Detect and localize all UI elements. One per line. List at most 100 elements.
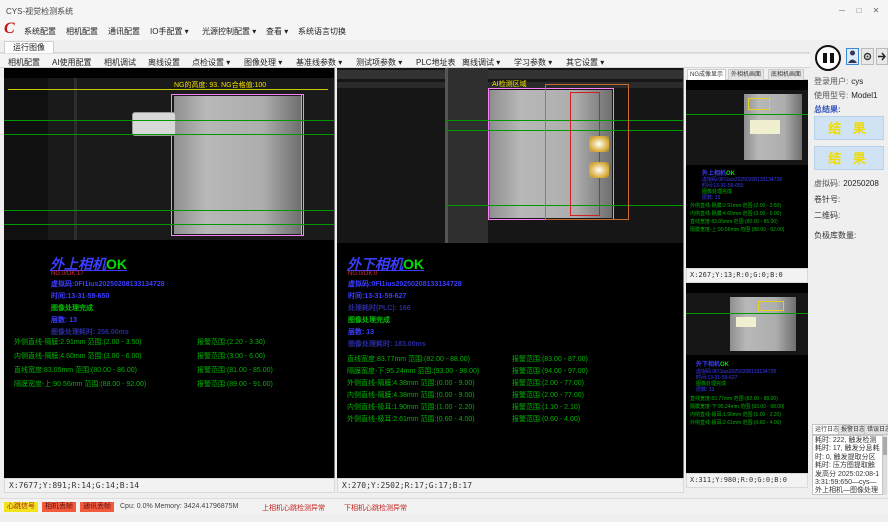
measurement-row: 直线宽度:83.77mm 范围:(82.00 - 88.00) 报警范围:(83… <box>347 354 681 366</box>
alarm-range-text: 报警范围:(1.10 - 2.10) <box>512 402 580 412</box>
process-done-text: 图像处理完成 <box>51 303 93 313</box>
machine-column <box>448 68 488 243</box>
calib-line-horizontal <box>8 89 328 90</box>
model-label: 使用型号: <box>814 91 848 100</box>
tool-learn-params[interactable]: 学习参数 ▾ <box>514 57 552 68</box>
model-row: 使用型号:Model1 <box>814 90 886 101</box>
menu-io-config[interactable]: IO手配置 ▾ <box>150 26 189 37</box>
comm-dropframe-badge: 通讯丢帧 <box>80 502 114 512</box>
measurement-row: 内侧直线-隔膜:4.38mm 范围:(0.00 - 9.00) 报警范围:(2.… <box>347 390 681 402</box>
roi-box-yellow <box>758 301 784 311</box>
measure-line <box>686 313 808 314</box>
window-title: CYS-视觉检测系统 <box>6 6 73 17</box>
menu-comm-config[interactable]: 通讯配置 <box>108 26 140 37</box>
camera-settings-button[interactable] <box>861 48 874 65</box>
tool-baseline-params[interactable]: 基准线参数 ▾ <box>296 57 342 68</box>
tool-other-setting[interactable]: 其它设置 ▾ <box>566 57 604 68</box>
mini-measurement: 隔膜宽度-下:95.24mm 范围:(93.00 - 98.00) <box>690 403 784 410</box>
tool-spotcheck-setting[interactable]: 点检设置 ▾ <box>192 57 230 68</box>
tab-ng-display[interactable]: NG成像显示 <box>687 69 726 80</box>
mini-measurement: 外侧直线-隔膜:2.91mm 范围:(2.00 - 3.50) <box>690 202 781 209</box>
thumbnail-view-1[interactable]: 外上相机OK 虚拟码:0FI1ius20250208133134728 时间:1… <box>686 80 808 268</box>
alarm-range-text: 报警范围:(0.60 - 4.00) <box>512 414 580 424</box>
tab-outer-camera[interactable]: 外相机画面 <box>728 69 764 80</box>
barcode-text: 虚拟码:0FI1ius20250208133134728 <box>51 279 165 289</box>
minimize-button[interactable]: ─ <box>834 4 850 17</box>
ng-stat-text: NG:0/OK:0 <box>348 271 377 277</box>
camera-view-upper[interactable]: NG的高度: 93. NG合格值:100 外上相机OK NG:0/OK:17 虚… <box>4 68 335 478</box>
cpu-memory-text: Cpu: 0.0% Memory: 3424.41796875M <box>120 503 238 510</box>
pause-button[interactable] <box>815 45 841 71</box>
upper-camera-warning: 上相机心跳检测异常 <box>262 503 325 513</box>
tool-ai-config[interactable]: AI使用配置 <box>52 57 92 68</box>
login-user-value: cys <box>851 77 863 86</box>
tool-camera-config[interactable]: 相机配置 <box>8 57 40 68</box>
machine-bar-top <box>337 70 684 79</box>
menu-view[interactable]: 查看 ▾ <box>266 26 288 37</box>
layer-count-text: 层数: 13 <box>51 315 77 325</box>
alarm-range-text: 报警范围:(83.00 - 87.00) <box>512 354 588 364</box>
mini-layers: 层数: 13 <box>696 386 714 393</box>
alarm-range-text: 报警范围:(94.00 - 97.00) <box>512 366 588 376</box>
alarm-range-text: 报警范围:(2.20 - 3.30) <box>197 337 265 347</box>
gear-icon <box>862 49 873 64</box>
measure-line <box>686 114 808 115</box>
menu-light-config[interactable]: 光源控制配置 ▾ <box>202 26 256 37</box>
result-ok-text: OK <box>403 256 424 272</box>
alarm-range-text: 报警范围:(89.00 - 91.00) <box>197 379 273 389</box>
glare-spot <box>736 317 756 327</box>
mini-measurement: 隔膜宽度-上:90.56mm 范围:(88.00 - 92.00) <box>690 226 784 233</box>
measurement-text: 外侧直线-隔膜:2.91mm 范围:(2.00 - 3.50) <box>14 337 142 347</box>
time-text: 时间:13-31-59-627 <box>348 291 406 301</box>
process-done-text: 图像处理完成 <box>348 315 390 325</box>
measure-line-vertical <box>489 90 490 218</box>
menu-bar: C 系统配置 相机配置 通讯配置 IO手配置 ▾ 光源控制配置 ▾ 查看 ▾ 系… <box>0 20 888 40</box>
tab-bottom-camera[interactable]: 底相机画面 <box>768 69 804 80</box>
barcode-text: 虚拟码:0FI1ius20250208133134728 <box>348 279 462 289</box>
tool-plc-address[interactable]: PLC地址表 <box>416 57 456 68</box>
close-button[interactable]: ✕ <box>868 4 884 17</box>
tool-offline-debug[interactable]: 离线调试 ▾ <box>462 57 500 68</box>
maximize-button[interactable]: □ <box>851 4 867 17</box>
menu-system-config[interactable]: 系统配置 <box>24 26 56 37</box>
mini-measurement: 内侧直线-隔膜:4.60mm 范围:(3.00 - 6.00) <box>690 210 781 217</box>
camera-title-text: 外上相机 <box>50 256 106 272</box>
pixel-coord-bar-left: X:7677;Y:891;R:14;G:14;B:14 <box>4 478 335 493</box>
menu-camera-config[interactable]: 相机配置 <box>66 26 98 37</box>
tool-offline-setting[interactable]: 离线设置 <box>148 57 180 68</box>
log-scrollbar-thumb[interactable] <box>883 437 887 455</box>
log-text-area[interactable]: 耗时: 222, 触发检测耗时: 17, 触发分息耗时: 0, 触发提取分区耗时… <box>812 435 883 495</box>
menu-language-switch[interactable]: 系统语言切换 <box>298 26 346 37</box>
thumbnail-view-2[interactable]: 外下相机OK 虚拟码:0FI1ius20250208133134728 时间:1… <box>686 283 808 473</box>
measurement-row: 内侧直线-极耳:1.90mm 范围:(1.00 - 2.20) 报警范围:(1.… <box>347 402 681 414</box>
mini-measurement: 直线宽度:83.77mm 范围:(82.00 - 88.00) <box>690 395 778 402</box>
measurement-text: 直线宽度:83.77mm 范围:(82.00 - 88.00) <box>347 354 470 364</box>
tab-row: 运行图像 <box>0 40 888 53</box>
tool-image-process[interactable]: 图像处理 ▾ <box>244 57 282 68</box>
measurement-row: 外侧直线-隔膜:4.38mm 范围:(0.00 - 9.00) 报警范围:(2.… <box>347 378 681 390</box>
model-value: Model1 <box>851 91 877 100</box>
measurement-text: 内侧直线-隔膜:4.60mm 范围:(3.00 - 6.00) <box>14 351 142 361</box>
negative-stock-label: 负极库数量: <box>814 230 886 241</box>
login-user-row: 登录用户:cys <box>814 76 886 87</box>
user-mode-button[interactable] <box>846 48 859 65</box>
tool-test-params[interactable]: 测试项参数 ▾ <box>356 57 402 68</box>
measurement-text: 直线宽度:83.05mm 范围:(80.00 - 86.00) <box>14 365 137 375</box>
measurement-text: 外侧直线-极耳:2.61mm 范围:(0.60 - 4.00) <box>347 414 475 424</box>
mini-measurement: 内侧直线-极耳:1.90mm 范围:(1.00 - 2.20) <box>690 411 781 418</box>
status-bar: 心跳信号 相机丢帧 通讯丢帧 Cpu: 0.0% Memory: 3424.41… <box>0 498 888 514</box>
camera-view-lower[interactable]: AI检测区域 外下相机OK NG:0/OK:0 虚拟码:0FI1ius20250… <box>337 68 684 478</box>
elapsed-text: 图像处理耗时: 256.00ms <box>51 327 129 337</box>
result-box-lower: 结 果 <box>814 146 884 170</box>
measure-line-1 <box>4 120 335 121</box>
measure-line-2 <box>4 134 335 135</box>
tool-camera-debug[interactable]: 相机调试 <box>104 57 136 68</box>
tab-run-image[interactable]: 运行图像 <box>4 41 54 53</box>
title-bar: CYS-视觉检测系统 ─ □ ✕ <box>0 0 888 20</box>
log-scrollbar[interactable] <box>883 435 887 495</box>
roi-box-yellow <box>748 98 770 110</box>
camera-title-text: 外下相机 <box>347 256 403 272</box>
tab-error-log[interactable]: 错误日志 <box>864 424 888 435</box>
exit-button[interactable] <box>876 48 888 65</box>
alarm-range-text: 报警范围:(2.00 - 77.00) <box>512 390 584 400</box>
